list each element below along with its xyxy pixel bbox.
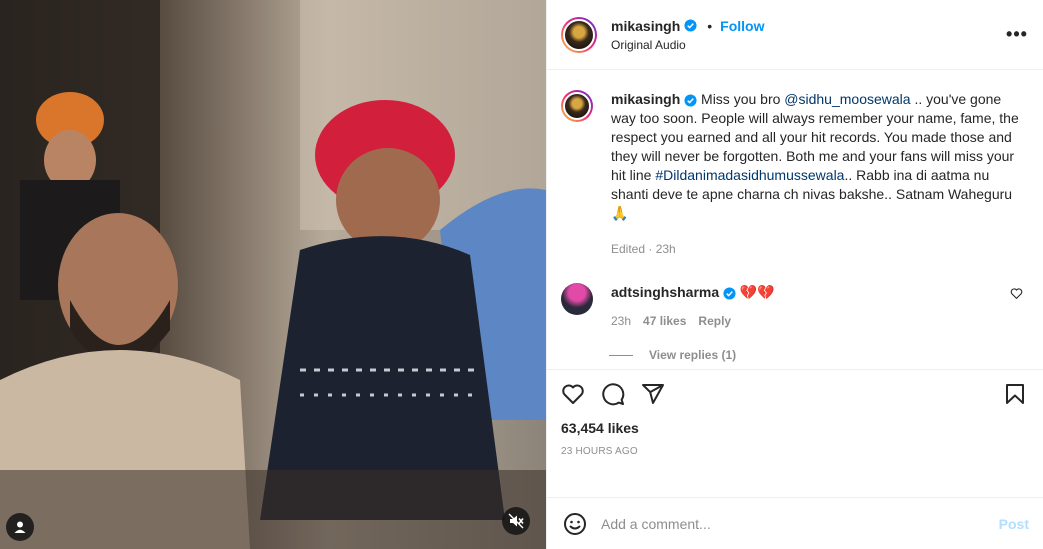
verified-badge-icon <box>684 94 697 107</box>
likes-count[interactable]: 63,454 likes <box>561 420 1027 436</box>
view-replies-line <box>609 354 633 356</box>
comment-input[interactable] <box>601 515 999 532</box>
comment-time[interactable]: 23h <box>611 314 631 328</box>
verified-badge-icon <box>684 19 697 32</box>
post-video[interactable] <box>0 0 546 549</box>
more-options-icon[interactable]: ••• <box>1005 23 1029 47</box>
video-frame <box>0 0 546 549</box>
comment-like-heart-icon[interactable] <box>1010 287 1023 300</box>
muted-speaker-icon <box>508 513 524 529</box>
follow-button[interactable]: Follow <box>720 18 764 34</box>
caption-author-avatar[interactable] <box>561 90 593 122</box>
comment-icon[interactable] <box>601 382 625 406</box>
hashtag-link[interactable]: #Dildanimadasidhumussewala <box>655 167 844 183</box>
user-tag-icon <box>14 521 26 533</box>
post-side-panel: mikasingh • Follow Original Audio ••• mi… <box>546 0 1043 549</box>
share-icon[interactable] <box>641 382 665 406</box>
comments-section[interactable]: mikasingh Miss you bro @sidhu_moosewala … <box>547 70 1043 369</box>
view-replies-label: View replies (1) <box>649 348 737 362</box>
caption-meta: Edited · 23h <box>611 242 676 256</box>
post-comment-button[interactable]: Post <box>999 516 1029 532</box>
post-caption: mikasingh Miss you bro @sidhu_moosewala … <box>561 90 1027 259</box>
mute-button[interactable] <box>502 507 530 535</box>
mention-link[interactable]: @sidhu_moosewala <box>784 91 910 107</box>
commenter-username[interactable]: adtsinghsharma <box>611 284 719 300</box>
bookmark-icon[interactable] <box>1003 382 1027 406</box>
reply-button[interactable]: Reply <box>698 314 731 328</box>
heart-icon[interactable] <box>561 382 585 406</box>
post-header: mikasingh • Follow Original Audio ••• <box>547 0 1043 70</box>
audio-label[interactable]: Original Audio <box>611 38 1005 52</box>
caption-text: Miss you bro <box>697 91 785 107</box>
view-replies-button[interactable]: View replies (1) <box>609 348 1027 362</box>
emoji-icon[interactable] <box>563 512 587 536</box>
verified-badge-icon <box>723 287 736 300</box>
instagram-post: mikasingh • Follow Original Audio ••• mi… <box>0 0 1043 549</box>
post-actions: 63,454 likes 23 HOURS AGO <box>547 369 1043 497</box>
comment-likes[interactable]: 47 likes <box>643 314 686 328</box>
comment-text: 💔💔 <box>739 284 775 300</box>
post-timestamp[interactable]: 23 HOURS AGO <box>561 446 1027 457</box>
author-avatar[interactable] <box>561 16 597 53</box>
separator-dot: • <box>707 17 713 34</box>
comment-item: adtsinghsharma 💔💔 23h 47 likes Reply <box>561 283 1027 328</box>
user-tag-button[interactable] <box>6 513 34 541</box>
add-comment-bar: Post <box>547 497 1043 549</box>
commenter-avatar[interactable] <box>561 283 593 315</box>
author-username[interactable]: mikasingh <box>611 18 680 34</box>
caption-username[interactable]: mikasingh <box>611 91 680 107</box>
